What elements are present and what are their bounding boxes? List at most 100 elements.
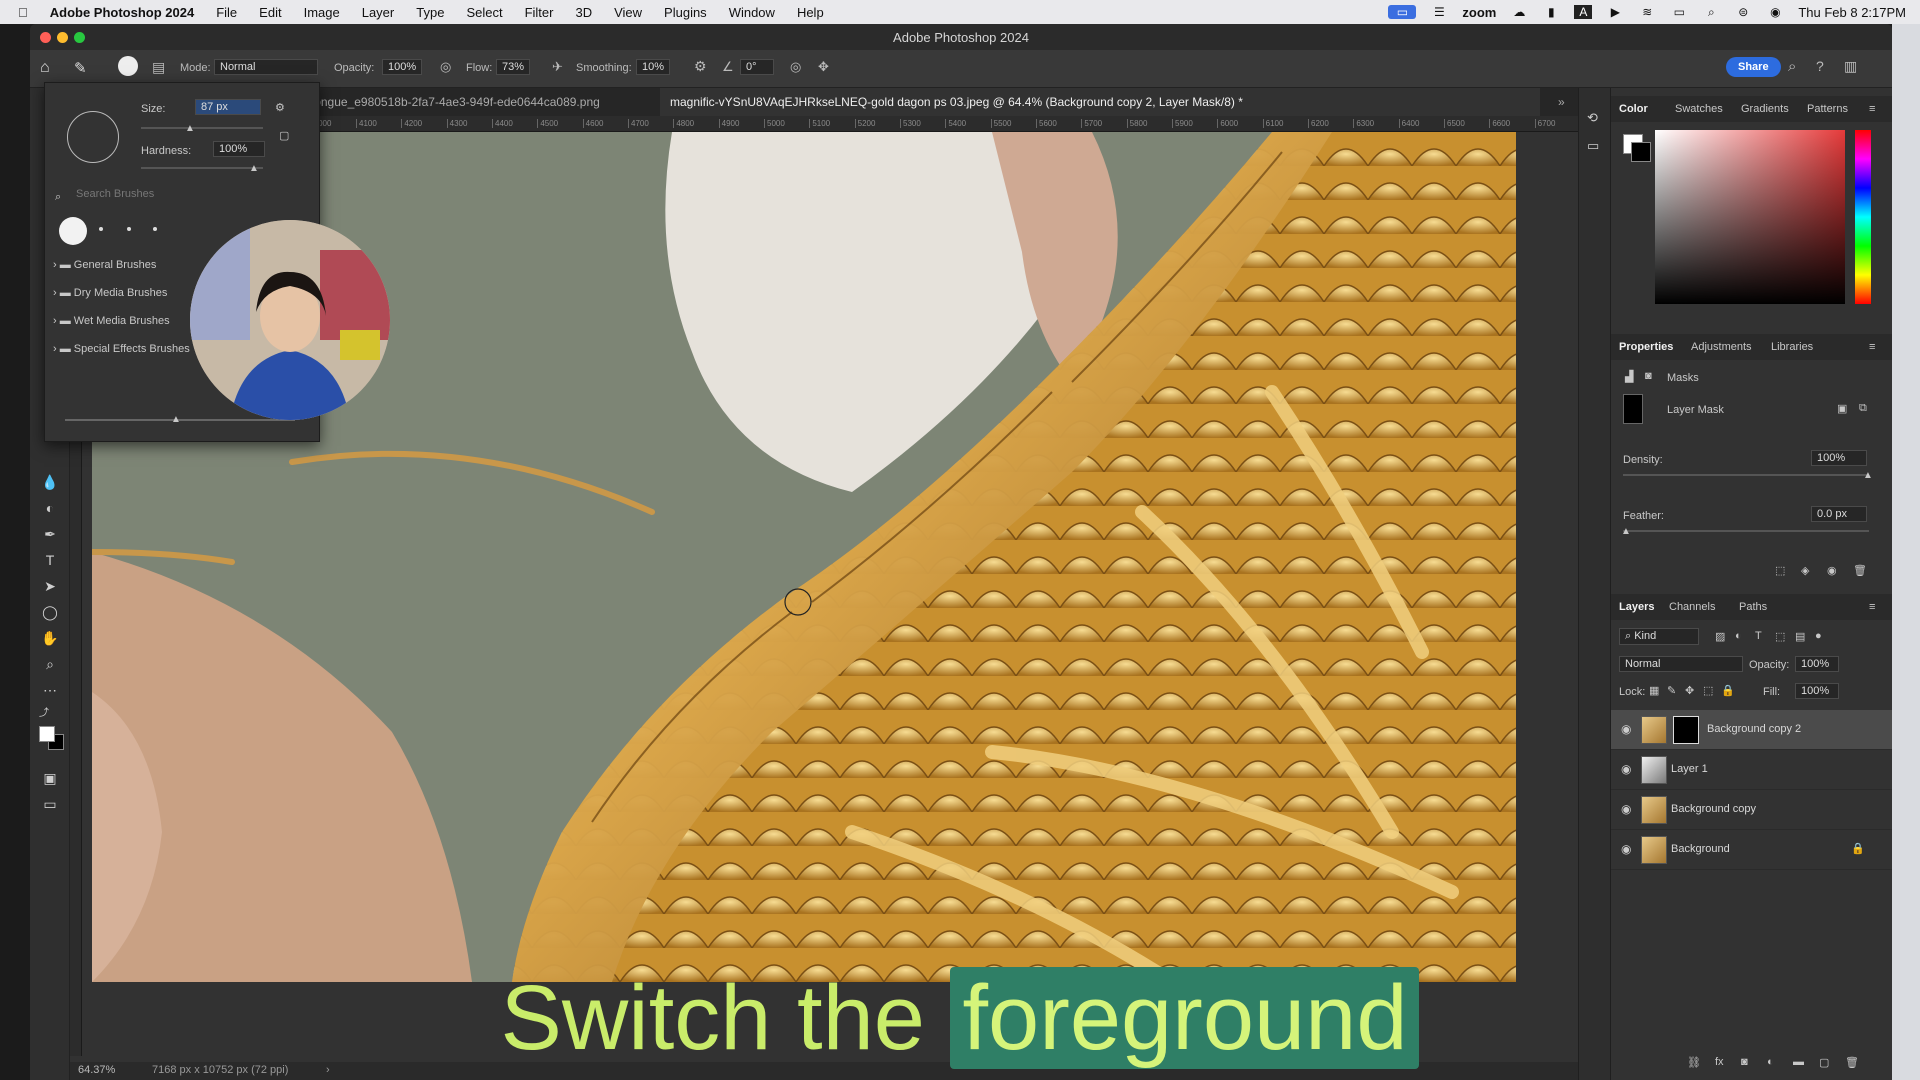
layer-name[interactable]: Layer 1 (1671, 763, 1708, 775)
layer-opacity-field[interactable]: 100% (1795, 656, 1839, 672)
more-tools-icon[interactable]: ⋯ (40, 680, 60, 700)
layer-row-background-copy[interactable]: ◉ Background copy (1611, 790, 1892, 830)
disable-mask-eye-icon[interactable]: ◉ (1827, 564, 1837, 577)
layers-menu-icon[interactable]: ≡ (1869, 601, 1875, 613)
doc-tab-active[interactable]: magnific-vYSnU8VAqEJHRkseLNEQ-gold dagon… (660, 88, 1540, 116)
feather-slider[interactable] (1623, 530, 1869, 532)
menu-view[interactable]: View (603, 5, 653, 20)
bg-color-chip[interactable] (1631, 142, 1651, 162)
blur-tool-icon[interactable]: 💧 (40, 472, 60, 492)
tab-channels[interactable]: Channels (1669, 601, 1715, 613)
pen-tool-icon[interactable]: ✒ (40, 524, 60, 544)
brush-folder-dry-media[interactable]: › ▬ Dry Media Brushes (53, 287, 167, 299)
zoom-window-button[interactable] (74, 32, 85, 43)
layer-filter-kind-select[interactable]: ⌕ Kind (1619, 628, 1699, 645)
brush-settings-toggle-icon[interactable]: ▤ (152, 59, 165, 76)
color-picker-field[interactable] (1655, 130, 1845, 304)
screen-mode-icon[interactable]: ▭ (40, 794, 60, 814)
fill-field[interactable]: 100% (1795, 683, 1839, 699)
brush-folder-general[interactable]: › ▬ General Brushes (53, 259, 156, 271)
menu-image[interactable]: Image (293, 5, 351, 20)
layer-mask-thumbnail[interactable] (1673, 716, 1699, 744)
play-icon[interactable]: ▶ (1606, 5, 1624, 19)
smoothing-field[interactable]: 10% (636, 59, 671, 75)
tab-paths[interactable]: Paths (1739, 601, 1767, 613)
layer-visibility-eye-icon[interactable]: ◉ (1621, 802, 1631, 816)
layer-name[interactable]: Background copy 2 (1707, 723, 1801, 735)
menu-layer[interactable]: Layer (351, 5, 406, 20)
pressure-size-icon[interactable]: ◎ (790, 59, 801, 75)
filter-pixel-icon[interactable]: ▨ (1715, 630, 1725, 643)
menu-edit[interactable]: Edit (248, 5, 292, 20)
share-button[interactable]: Share (1726, 57, 1781, 77)
hue-slider[interactable] (1855, 130, 1871, 304)
comments-panel-icon[interactable]: ▭ (1587, 138, 1599, 154)
load-selection-icon[interactable]: ⬚ (1775, 564, 1785, 577)
workspace-icon[interactable]: ▥ (1844, 58, 1857, 75)
color-panel-menu-icon[interactable]: ≡ (1869, 103, 1875, 115)
tab-adjustments[interactable]: Adjustments (1691, 341, 1752, 353)
filter-shape-icon[interactable]: ⬚ (1775, 630, 1785, 643)
input-source-icon[interactable]: A (1574, 5, 1593, 19)
properties-menu-icon[interactable]: ≡ (1869, 341, 1875, 353)
hardness-field[interactable]: 100% (213, 141, 265, 157)
dodge-tool-icon[interactable]: ◐ (40, 498, 60, 518)
layer-row-background[interactable]: ◉ Background 🔒 (1611, 830, 1892, 870)
menubar-clock[interactable]: Thu Feb 8 2:17PM (1798, 5, 1906, 20)
flow-field[interactable]: 73% (496, 59, 531, 75)
history-panel-icon[interactable]: ⟲ (1587, 110, 1598, 126)
size-field[interactable]: 87 px (195, 99, 261, 115)
new-preset-icon[interactable]: ▢ (279, 129, 289, 142)
tab-patterns[interactable]: Patterns (1807, 103, 1848, 115)
lock-image-icon[interactable]: ✎ (1667, 684, 1676, 697)
brush-preset-small-2[interactable] (127, 227, 131, 231)
control-center-icon[interactable]: ⊜ (1734, 5, 1752, 19)
brush-preset-small-1[interactable] (99, 227, 103, 231)
zoom-tool-icon[interactable]: ⌕ (40, 654, 60, 674)
airbrush-icon[interactable]: ✈ (552, 59, 563, 75)
density-slider[interactable] (1623, 474, 1869, 476)
pressure-opacity-icon[interactable]: ◎ (440, 59, 451, 75)
battery-icon[interactable]: ▭ (1670, 5, 1688, 19)
tab-gradients[interactable]: Gradients (1741, 103, 1789, 115)
density-slider-thumb[interactable]: ▲ (1863, 470, 1873, 481)
menu-select[interactable]: Select (455, 5, 513, 20)
brush-tool-preset-icon[interactable]: ✎ (74, 59, 87, 77)
brush-folder-wet-media[interactable]: › ▬ Wet Media Brushes (53, 315, 170, 327)
angle-field[interactable]: 0° (740, 59, 774, 75)
type-tool-icon[interactable]: T (40, 550, 60, 570)
menu-help[interactable]: Help (786, 5, 835, 20)
density-field[interactable]: 100% (1811, 450, 1867, 466)
lock-all-icon[interactable]: 🔒 (1721, 684, 1735, 697)
siri-icon[interactable]: ◉ (1766, 5, 1784, 19)
lock-artboard-icon[interactable]: ⬚ (1703, 684, 1713, 697)
minimize-window-button[interactable] (57, 32, 68, 43)
spotlight-search-icon[interactable]: ⌕ (1702, 5, 1720, 19)
layer-visibility-eye-icon[interactable]: ◉ (1621, 842, 1631, 856)
path-selection-tool-icon[interactable]: ➤ (40, 576, 60, 596)
home-icon[interactable]: ⌂ (40, 59, 50, 77)
hardness-slider-thumb[interactable]: ▲ (249, 163, 259, 174)
menu-filter[interactable]: Filter (514, 5, 565, 20)
menu-3d[interactable]: 3D (564, 5, 603, 20)
filter-toggle-icon[interactable]: ● (1815, 630, 1822, 642)
wifi-icon[interactable]: ≋ (1638, 5, 1656, 19)
layer-row-layer-1[interactable]: ◉ Layer 1 (1611, 750, 1892, 790)
screen-share-icon[interactable]: ▭ (1388, 5, 1417, 19)
layer-row-background-copy-2[interactable]: ◉ Background copy 2 (1611, 710, 1892, 750)
creative-cloud-icon[interactable]: ☁ (1510, 5, 1528, 19)
add-vector-mask-icon[interactable]: ⧉ (1859, 402, 1867, 415)
menu-app-name[interactable]: Adobe Photoshop 2024 (39, 5, 205, 20)
hardness-slider[interactable] (141, 167, 263, 169)
menu-file[interactable]: File (205, 5, 248, 20)
brush-search-input[interactable]: Search Brushes (71, 187, 203, 201)
size-slider-thumb[interactable]: ▲ (185, 123, 195, 134)
tab-libraries[interactable]: Libraries (1771, 341, 1813, 353)
filter-adjustment-icon[interactable]: ◐ (1735, 630, 1742, 642)
layer-visibility-eye-icon[interactable]: ◉ (1621, 722, 1631, 736)
apple-icon[interactable]:  (0, 5, 39, 20)
brush-preset-small-3[interactable] (153, 227, 157, 231)
layer-name[interactable]: Background (1671, 843, 1730, 855)
close-window-button[interactable] (40, 32, 51, 43)
menu-plugins[interactable]: Plugins (653, 5, 718, 20)
